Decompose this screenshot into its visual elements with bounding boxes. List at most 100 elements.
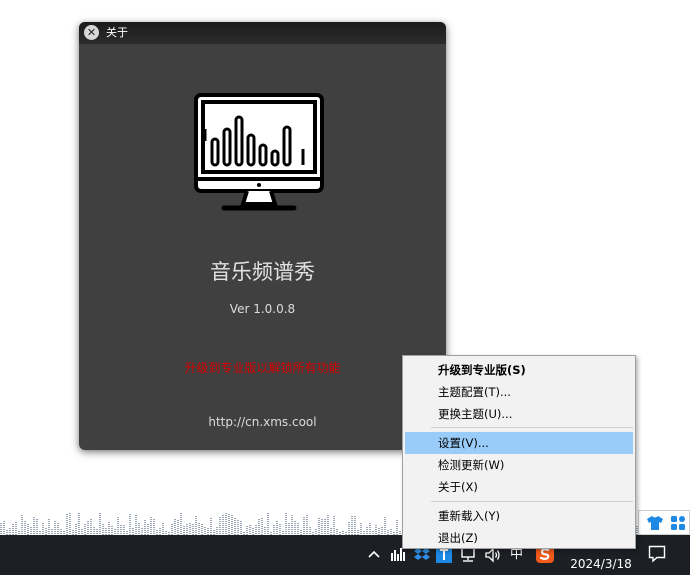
spectrum-bar-segment xyxy=(117,519,119,520)
spectrum-bar-segment xyxy=(129,514,131,515)
spectrum-bar-segment xyxy=(138,529,140,530)
spectrum-bar-segment xyxy=(291,525,293,526)
spectrum-bar-segment xyxy=(234,520,236,521)
spectrum-bar-segment xyxy=(336,529,338,530)
spectrum-bar-segment xyxy=(48,521,50,522)
spectrum-bar-segment xyxy=(192,526,194,527)
spectrum-bar-segment xyxy=(162,523,164,524)
spectrum-bar-segment xyxy=(207,532,209,533)
spectrum-bar-segment xyxy=(177,528,179,529)
chevron-up-icon[interactable] xyxy=(367,549,381,559)
spectrum-bar-segment xyxy=(75,532,77,533)
menu-item-about[interactable]: 关于(X) xyxy=(405,476,633,498)
spectrum-bar-segment xyxy=(33,529,35,530)
spectrum-bar-segment xyxy=(24,523,26,524)
spectrum-bar-segment xyxy=(210,518,212,519)
spectrum-bar-segment xyxy=(117,527,119,528)
spectrum-bar-segment xyxy=(360,529,362,530)
spectrum-bar-segment xyxy=(171,526,173,527)
tshirt-icon[interactable] xyxy=(646,515,664,531)
spectrum-bar-segment xyxy=(108,522,110,523)
notification-icon[interactable] xyxy=(648,545,666,563)
close-icon[interactable]: ✕ xyxy=(84,25,99,40)
spectrum-bar-segment xyxy=(165,533,167,534)
title-bar[interactable]: ✕ 关于 xyxy=(79,22,446,44)
spectrum-bar-segment xyxy=(90,523,92,524)
spectrum-bar-segment xyxy=(186,532,188,533)
upgrade-link[interactable]: 升级到专业版以解锁所有功能 xyxy=(79,360,446,376)
spectrum-bar-segment xyxy=(117,533,119,534)
spectrum-bar-segment xyxy=(33,527,35,528)
spectrum-bar-segment xyxy=(240,525,242,526)
spectrum-bar-segment xyxy=(177,520,179,521)
spectrum-bar-segment xyxy=(381,531,383,532)
spectrum-bar-segment xyxy=(180,533,182,534)
spectrum-bar-segment xyxy=(141,532,143,533)
spectrum-bar-segment xyxy=(66,532,68,533)
spectrum-bar-segment xyxy=(111,526,113,527)
spectrum-bar-segment xyxy=(327,523,329,524)
spectrum-bar-segment xyxy=(96,533,98,534)
spectrum-bar-segment xyxy=(306,519,308,520)
spectrum-bar-segment xyxy=(177,522,179,523)
spectrum-bar-segment xyxy=(183,528,185,529)
menu-item-change-theme[interactable]: 更换主题(U)... xyxy=(405,403,633,425)
spectrum-bar-segment xyxy=(69,525,71,526)
spectrum-bar-segment xyxy=(378,530,380,531)
spectrum-bar-segment xyxy=(234,522,236,523)
taskbar-date[interactable]: 2024/3/18 xyxy=(565,556,637,572)
spectrum-bar-segment xyxy=(195,530,197,531)
spectrum-bar-segment xyxy=(99,525,101,526)
spectrum-bar-segment xyxy=(324,525,326,526)
menu-item-theme-config[interactable]: 主题配置(T)... xyxy=(405,381,633,403)
spectrum-bar-segment xyxy=(216,531,218,532)
spectrum-bar-segment xyxy=(276,525,278,526)
spectrum-bar-segment xyxy=(15,526,17,527)
menu-item-exit[interactable]: 退出(Z) xyxy=(405,527,633,549)
spectrum-bar-segment xyxy=(87,531,89,532)
spectrum-bar-segment xyxy=(267,531,269,532)
spectrum-bar-segment xyxy=(72,530,74,531)
spectrum-bar-segment xyxy=(279,528,281,529)
spectrum-bar-segment xyxy=(228,530,230,531)
spectrum-bar-segment xyxy=(297,529,299,530)
spectrum-bar-segment xyxy=(219,533,221,534)
spectrum-bar-segment xyxy=(138,527,140,528)
spectrum-bar-segment xyxy=(354,520,356,521)
spectrum-tray-icon[interactable] xyxy=(390,547,406,561)
spectrum-bar-segment xyxy=(135,525,137,526)
spectrum-bar-segment xyxy=(33,519,35,520)
spectrum-bar-segment xyxy=(15,532,17,533)
menu-item-reload[interactable]: 重新载入(Y) xyxy=(405,505,633,527)
spectrum-bar-segment xyxy=(225,521,227,522)
spectrum-bar-segment xyxy=(144,528,146,529)
spectrum-bar-segment xyxy=(180,515,182,516)
spectrum-bar-segment xyxy=(351,524,353,525)
spectrum-bar-segment xyxy=(129,522,131,523)
spectrum-bar-segment xyxy=(225,531,227,532)
spectrum-bar-segment xyxy=(348,524,350,525)
spectrum-bar-segment xyxy=(144,526,146,527)
network-icon[interactable] xyxy=(460,547,478,563)
volume-icon[interactable] xyxy=(484,547,502,563)
grid-icon[interactable] xyxy=(670,515,686,531)
website-link[interactable]: http://cn.xms.cool xyxy=(79,414,446,430)
spectrum-bar-segment xyxy=(360,525,362,526)
spectrum-bar-segment xyxy=(66,526,68,527)
menu-item-settings[interactable]: 设置(V)... xyxy=(405,432,633,454)
spectrum-bar-segment xyxy=(135,527,137,528)
menu-item-check-update[interactable]: 检测更新(W) xyxy=(405,454,633,476)
spectrum-bar-segment xyxy=(102,530,104,531)
spectrum-bar-segment xyxy=(327,525,329,526)
menu-item-upgrade[interactable]: 升级到专业版(S) xyxy=(405,359,633,381)
spectrum-bar-segment xyxy=(342,533,344,534)
spectrum-bar-segment xyxy=(375,533,377,534)
spectrum-bar-segment xyxy=(384,529,386,530)
spectrum-bar-segment xyxy=(231,521,233,522)
spectrum-bar-segment xyxy=(321,529,323,530)
spectrum-bar-segment xyxy=(189,525,191,526)
spectrum-bar-segment xyxy=(180,531,182,532)
spectrum-bar-segment xyxy=(288,523,290,524)
spectrum-bar-segment xyxy=(186,524,188,525)
spectrum-bar-segment xyxy=(366,531,368,532)
